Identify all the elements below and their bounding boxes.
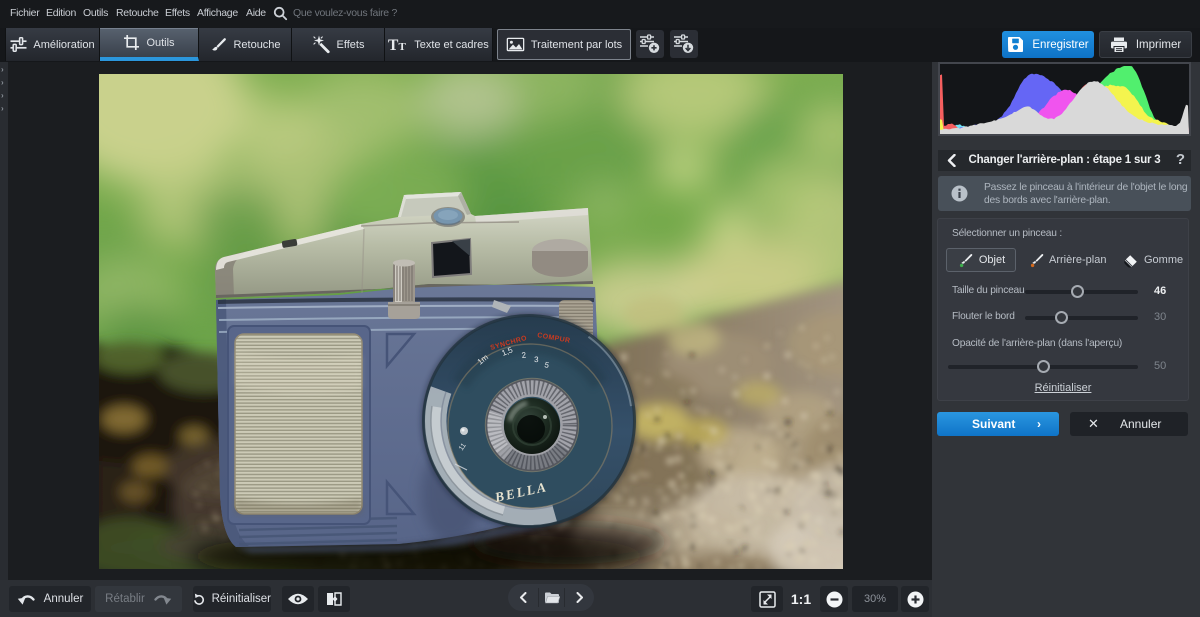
svg-text:T: T: [399, 41, 407, 52]
svg-text:T: T: [388, 37, 399, 52]
